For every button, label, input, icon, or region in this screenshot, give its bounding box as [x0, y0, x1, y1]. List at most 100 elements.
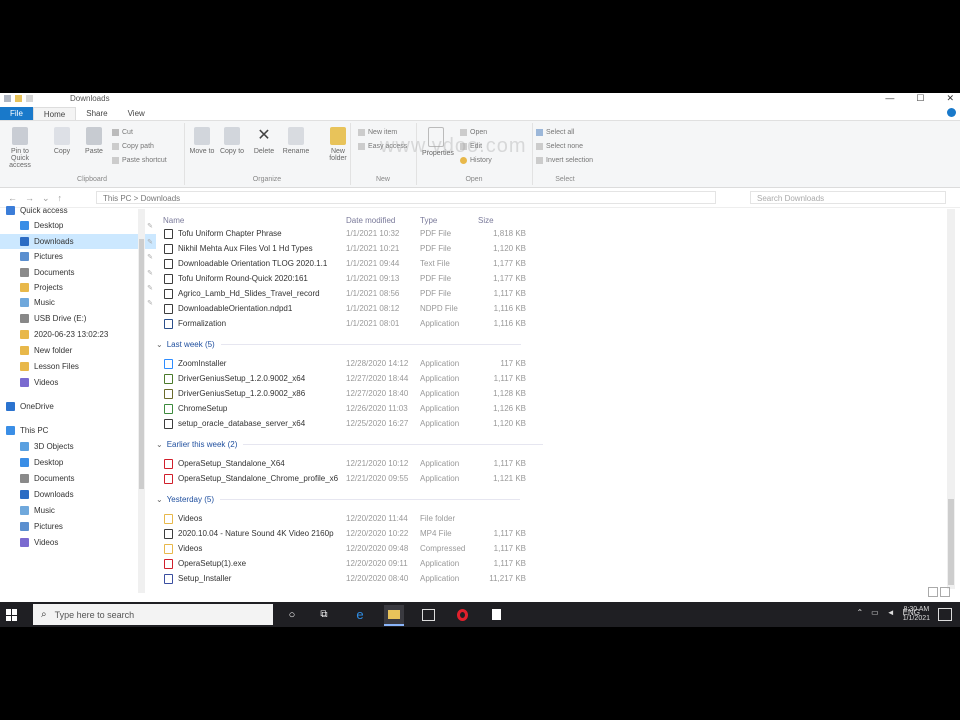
nav-item[interactable]: Downloads	[0, 487, 156, 502]
nav-item[interactable]: Documents ✎	[0, 265, 156, 280]
select-all-button[interactable]: Select all	[536, 129, 574, 136]
file-row[interactable]: ChromeSetup 12/26/2020 11:03 Application 1,…	[160, 402, 530, 416]
nav-item[interactable]: Desktop	[0, 455, 156, 470]
chevron-up-icon[interactable]: ⌃	[856, 608, 863, 617]
nav-scrollbar-thumb[interactable]	[139, 239, 144, 489]
details-view-icon[interactable]	[928, 587, 938, 597]
file-row[interactable]: DownloadableOrientation.ndpd1 1/1/2021 08…	[160, 302, 530, 316]
file-row[interactable]: Videos 12/20/2020 09:48 Compressed 1,117 KB	[160, 542, 530, 556]
tab-file[interactable]: File	[0, 107, 33, 120]
cut-button[interactable]: Cut	[112, 129, 133, 136]
nav-item[interactable]: Pictures	[0, 519, 156, 534]
nav-item[interactable]: Music	[0, 503, 156, 518]
chevron-down-icon[interactable]: ⌄	[156, 495, 163, 504]
paste-shortcut-button[interactable]: Paste shortcut	[112, 157, 167, 164]
file-row[interactable]: 2020.10.04 - Nature Sound 4K Video 2160p…	[160, 527, 530, 541]
battery-icon[interactable]: ▭	[871, 608, 879, 617]
nav-item[interactable]: Videos	[0, 535, 156, 550]
minimize-icon[interactable]: —	[885, 93, 894, 104]
nav-item[interactable]: USB Drive (E:)	[0, 311, 156, 326]
nav-item[interactable]: 3D Objects	[0, 439, 156, 454]
paste-button[interactable]: Paste	[80, 127, 108, 155]
search-box[interactable]: Search Downloads	[750, 191, 946, 204]
nav-item[interactable]: Desktop ✎	[0, 218, 156, 233]
move-to-button[interactable]: Move to	[188, 127, 216, 155]
clock[interactable]: 8:30 AM 1/1/2021	[903, 605, 930, 623]
volume-icon[interactable]: ◄	[887, 608, 895, 617]
address-bar[interactable]: This PC > Downloads	[96, 191, 716, 204]
file-row[interactable]: Tofu Uniform Chapter Phrase 1/1/2021 10:3…	[160, 227, 530, 241]
nav-item[interactable]: Projects ✎	[0, 280, 156, 295]
group-header[interactable]: ⌄ Last week (5)	[156, 340, 521, 349]
pin-icon[interactable]: ✎	[147, 269, 153, 277]
tab-view[interactable]: View	[118, 107, 155, 120]
save-icon[interactable]	[4, 95, 11, 102]
file-row[interactable]: Downloadable Orientation TLOG 2020.1.1 1/…	[160, 257, 530, 271]
column-date[interactable]: Date modified	[346, 216, 395, 225]
tab-home[interactable]: Home	[32, 106, 77, 121]
file-row[interactable]: Tofu Uniform Round-Quick 2020:161 1/1/202…	[160, 272, 530, 286]
nav-item[interactable]: Documents	[0, 471, 156, 486]
file-row[interactable]: Setup_Installer 12/20/2020 08:40 Applicati…	[160, 572, 530, 586]
pin-button[interactable]: Pin to Quick access	[6, 127, 34, 169]
notification-icon[interactable]	[938, 608, 952, 621]
taskbar-search[interactable]: ⌕ Type here to search	[33, 604, 273, 625]
history-button[interactable]: History	[460, 157, 492, 164]
nav-item[interactable]: Quick access	[0, 203, 142, 218]
nav-item[interactable]: Pictures ✎	[0, 249, 156, 264]
column-name[interactable]: Name	[163, 216, 184, 225]
nav-scrollbar[interactable]	[138, 209, 145, 593]
pin-icon[interactable]: ✎	[147, 284, 153, 292]
rename-button[interactable]: Rename	[282, 127, 310, 155]
close-icon[interactable]: ✕	[946, 93, 954, 104]
delete-button[interactable]: ✕ Delete	[250, 127, 278, 155]
column-size[interactable]: Size	[478, 216, 494, 225]
file-list-scrollbar-thumb[interactable]	[948, 499, 954, 585]
pin-icon[interactable]: ✎	[147, 222, 153, 230]
file-list-scrollbar[interactable]	[947, 209, 955, 589]
nav-item[interactable]: OneDrive	[0, 399, 142, 414]
pin-icon[interactable]: ✎	[147, 299, 153, 307]
group-header[interactable]: ⌄ Earlier this week (2)	[156, 440, 544, 449]
copy-button[interactable]: Copy	[48, 127, 76, 155]
group-header[interactable]: ⌄ Yesterday (5)	[156, 495, 520, 504]
invert-selection-button[interactable]: Invert selection	[536, 157, 593, 164]
notepad-icon[interactable]	[486, 605, 506, 624]
select-none-button[interactable]: Select none	[536, 143, 583, 150]
copy-to-button[interactable]: Copy to	[218, 127, 246, 155]
opera-icon[interactable]	[452, 605, 472, 624]
edge-icon[interactable]: e	[350, 605, 370, 624]
pin-icon[interactable]: ✎	[147, 253, 153, 261]
file-row[interactable]: setup_oracle_database_server_x64 12/25/20…	[160, 417, 530, 431]
file-row[interactable]: Agrico_Lamb_Hd_Slides_Travel_record 1/1/2…	[160, 287, 530, 301]
task-view-icon[interactable]: ⧉	[314, 605, 334, 624]
windows-start-icon[interactable]	[6, 609, 18, 621]
file-row[interactable]: OperaSetup_Standalone_Chrome_profile_x64…	[160, 472, 530, 486]
file-row[interactable]: Formalization 1/1/2021 08:01 Application 1,…	[160, 317, 530, 331]
nav-item[interactable]: 2020-06-23 13:02:23	[0, 327, 156, 342]
nav-item[interactable]: New folder	[0, 343, 156, 358]
new-folder-button[interactable]: New folder	[324, 127, 352, 162]
copy-path-button[interactable]: Copy path	[112, 143, 154, 150]
help-icon[interactable]	[947, 108, 956, 117]
maximize-icon[interactable]: ☐	[916, 93, 924, 104]
file-explorer-icon[interactable]	[384, 605, 404, 626]
file-row[interactable]: OperaSetup_Standalone_X64 12/21/2020 10:1…	[160, 457, 530, 471]
file-row[interactable]: Videos 12/20/2020 11:44 File folder	[160, 512, 530, 526]
pin-icon[interactable]: ✎	[147, 238, 153, 246]
large-icons-view-icon[interactable]	[940, 587, 950, 597]
file-row[interactable]: Nikhil Mehta Aux Files Vol 1 Hd Types 1/1…	[160, 242, 530, 256]
chevron-down-icon[interactable]: ⌄	[156, 440, 163, 449]
folder-icon[interactable]	[15, 95, 22, 102]
file-row[interactable]: DriverGeniusSetup_1.2.0.9002_x64 12/27/20…	[160, 372, 530, 386]
tab-share[interactable]: Share	[76, 107, 117, 120]
chevron-down-icon[interactable]: ⌄	[156, 340, 163, 349]
nav-item[interactable]: This PC	[0, 423, 142, 438]
nav-item[interactable]: Videos	[0, 375, 156, 390]
file-row[interactable]: ZoomInstaller 12/28/2020 14:12 Application…	[160, 357, 530, 371]
undo-icon[interactable]	[26, 95, 33, 102]
file-row[interactable]: DriverGeniusSetup_1.2.0.9002_x86 12/27/20…	[160, 387, 530, 401]
column-type[interactable]: Type	[420, 216, 437, 225]
nav-item[interactable]: Lesson Files	[0, 359, 156, 374]
nav-item[interactable]: Downloads ✎	[0, 234, 156, 249]
